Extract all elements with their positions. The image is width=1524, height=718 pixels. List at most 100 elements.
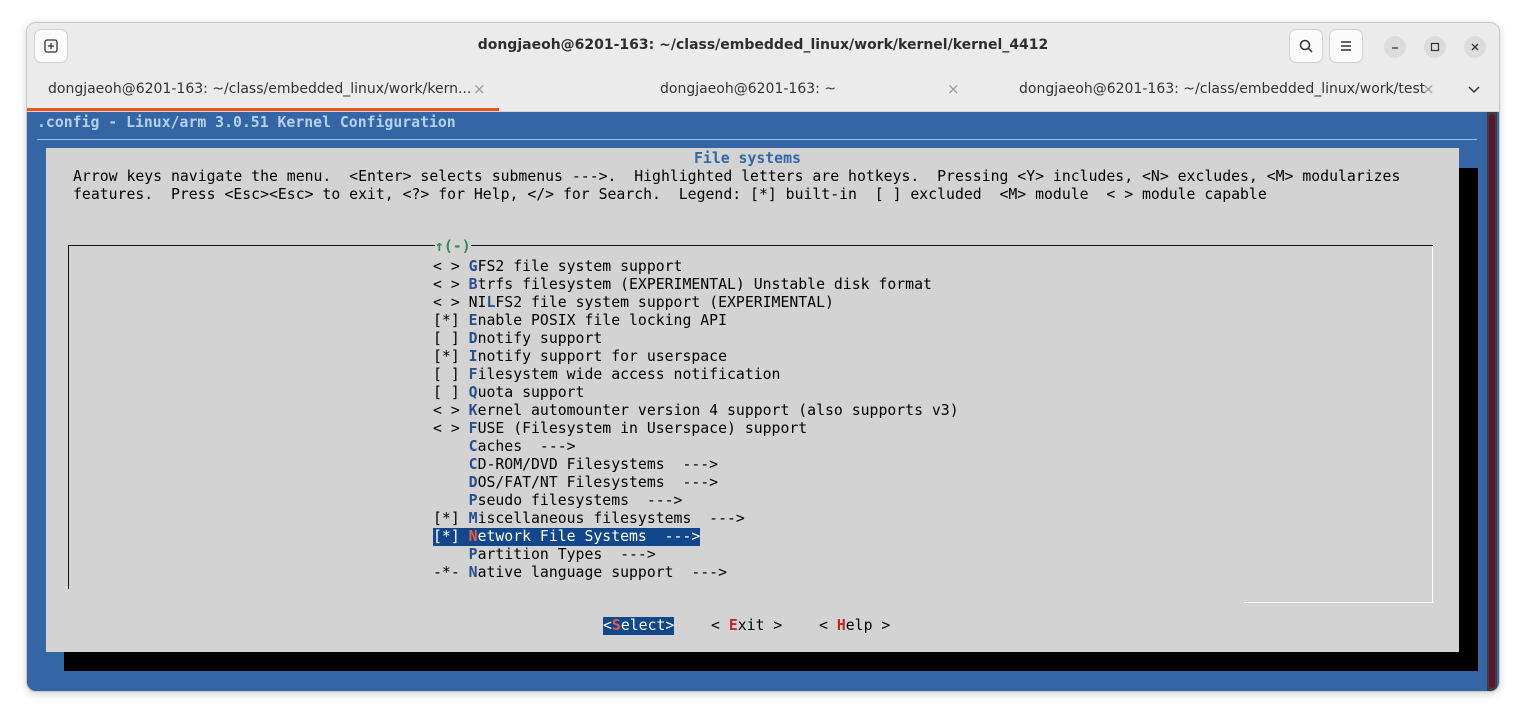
tab-test[interactable]: dongjaeoh@6201-163: ~/class/embedded_lin… bbox=[971, 69, 1451, 111]
menu-item-hotkey: D bbox=[468, 474, 478, 491]
menu-item[interactable]: < > NILFS2 file system support (EXPERIME… bbox=[433, 294, 959, 312]
tab-close-icon[interactable]: × bbox=[947, 80, 960, 98]
menu-item[interactable]: [*] Miscellaneous filesystems ---> bbox=[433, 510, 959, 528]
help-button[interactable]: < Help > bbox=[819, 617, 890, 635]
dialog-title: File systems bbox=[694, 150, 801, 167]
maximize-button[interactable] bbox=[1424, 36, 1446, 58]
menu-item[interactable]: < > Kernel automounter version 4 support… bbox=[433, 402, 959, 420]
menu-item-text: seudo filesystems ---> bbox=[477, 492, 683, 509]
window-title: dongjaeoh@6201-163: ~/class/embedded_lin… bbox=[477, 37, 1049, 53]
menu-item-hotkey: N bbox=[468, 528, 478, 545]
button-bracket: < bbox=[711, 617, 729, 634]
menu-item-hotkey: Q bbox=[468, 384, 478, 401]
menu-item-text: ative language support ---> bbox=[477, 564, 727, 581]
menu-item[interactable]: -*- Native language support ---> bbox=[433, 564, 959, 582]
menu-item-hotkey: D bbox=[468, 330, 478, 347]
search-button[interactable] bbox=[1289, 29, 1323, 63]
button-hotkey: E bbox=[728, 617, 738, 634]
menu-item-state: [*] bbox=[433, 348, 469, 365]
tab-label: dongjaeoh@6201-163: ~/class/embedded_lin… bbox=[1019, 81, 1426, 97]
title-bar: dongjaeoh@6201-163: ~/class/embedded_lin… bbox=[27, 23, 1499, 69]
scroll-up-indicator: ↑(-) bbox=[435, 238, 471, 256]
select-button[interactable]: <Select> bbox=[603, 617, 675, 635]
menu-item[interactable]: Partition Types ---> bbox=[433, 546, 959, 564]
menu-item[interactable]: < > GFS2 file system support bbox=[433, 258, 959, 276]
menu-item[interactable]: [*] Network File Systems ---> bbox=[433, 528, 701, 546]
close-icon bbox=[1471, 43, 1479, 51]
menu-item-text: nable POSIX file locking API bbox=[477, 312, 727, 329]
terminal-scrollbar[interactable] bbox=[1487, 112, 1497, 691]
menu-item-state bbox=[433, 546, 469, 563]
menu-item-hotkey: C bbox=[468, 438, 478, 455]
menu-item[interactable]: < > FUSE (Filesystem in Userspace) suppo… bbox=[433, 420, 959, 438]
menu-item[interactable]: < > Btrfs filesystem (EXPERIMENTAL) Unst… bbox=[433, 276, 959, 294]
button-label: elect> bbox=[620, 617, 675, 634]
menu-button[interactable] bbox=[1329, 29, 1363, 63]
menu-item[interactable]: [ ] Quota support bbox=[433, 384, 959, 402]
menu-item-state: [ ] bbox=[433, 330, 469, 347]
menu-item-text: uota support bbox=[477, 384, 585, 401]
menu-item[interactable]: [*] Enable POSIX file locking API bbox=[433, 312, 959, 330]
menu-list: < > GFS2 file system support < > Btrfs fi… bbox=[433, 258, 959, 582]
menu-item-state bbox=[433, 456, 469, 473]
help-line: Arrow keys navigate the menu. <Enter> se… bbox=[73, 168, 1401, 185]
terminal-area[interactable]: .config - Linux/arm 3.0.51 Kernel Config… bbox=[27, 112, 1499, 691]
scrollbar-thumb[interactable] bbox=[1489, 114, 1495, 688]
menu-item-state: [ ] bbox=[433, 384, 469, 401]
menu-item-hotkey: B bbox=[468, 276, 478, 293]
tab-label: dongjaeoh@6201-163: ~ bbox=[660, 81, 837, 97]
menu-item[interactable]: Caches ---> bbox=[433, 438, 959, 456]
menu-item[interactable]: Pseudo filesystems ---> bbox=[433, 492, 959, 510]
button-hotkey: S bbox=[611, 617, 621, 634]
menu-item-text: aches ---> bbox=[477, 438, 576, 455]
menu-item-hotkey: F bbox=[468, 366, 478, 383]
menu-item-text: ilesystem wide access notification bbox=[477, 366, 781, 383]
button-label: xit > bbox=[737, 617, 783, 634]
tab-home[interactable]: dongjaeoh@6201-163: ~ × bbox=[499, 69, 971, 111]
menu-item-hotkey: P bbox=[468, 546, 478, 563]
menu-item-state bbox=[433, 438, 469, 455]
menu-item[interactable]: [ ] Filesystem wide access notification bbox=[433, 366, 959, 384]
chevron-down-icon bbox=[1468, 86, 1480, 94]
tabs-overflow-button[interactable] bbox=[1467, 81, 1481, 100]
menu-item-text: USE (Filesystem in Userspace) support bbox=[477, 420, 808, 437]
menu-item-hotkey: E bbox=[468, 312, 478, 329]
menu-item[interactable]: DOS/FAT/NT Filesystems ---> bbox=[433, 474, 959, 492]
menu-item-hotkey: G bbox=[468, 258, 478, 275]
tab-close-icon[interactable]: × bbox=[473, 80, 486, 98]
menu-item-hotkey: C bbox=[468, 456, 478, 473]
menu-item-text: trfs filesystem (EXPERIMENTAL) Unstable … bbox=[477, 276, 932, 293]
menu-item[interactable]: [ ] Dnotify support bbox=[433, 330, 959, 348]
menu-item-text: notify support bbox=[477, 330, 603, 347]
button-label: elp > bbox=[845, 617, 891, 634]
hamburger-menu-icon bbox=[1341, 41, 1351, 51]
menu-item-hotkey: N bbox=[468, 564, 478, 581]
help-text: Arrow keys navigate the menu. <Enter> se… bbox=[73, 168, 1400, 204]
menu-item-state: < > bbox=[433, 276, 469, 293]
menu-item-text: FS2 file system support (EXPERIMENTAL) bbox=[495, 294, 834, 311]
menu-item-state: [ ] bbox=[433, 366, 469, 383]
button-hotkey: H bbox=[836, 617, 846, 634]
tab-kernel[interactable]: dongjaeoh@6201-163: ~/class/embedded_lin… bbox=[27, 69, 499, 111]
close-button[interactable] bbox=[1464, 36, 1486, 58]
menu-item[interactable]: [*] Inotify support for userspace bbox=[433, 348, 959, 366]
menu-item[interactable]: CD-ROM/DVD Filesystems ---> bbox=[433, 456, 959, 474]
file-systems-dialog: File systems Arrow keys navigate the men… bbox=[46, 148, 1459, 652]
tab-close-icon[interactable]: × bbox=[1422, 80, 1435, 98]
tab-label: dongjaeoh@6201-163: ~/class/embedded_lin… bbox=[48, 81, 472, 97]
minimize-button[interactable] bbox=[1384, 36, 1406, 58]
tab-bar: dongjaeoh@6201-163: ~/class/embedded_lin… bbox=[27, 69, 1499, 112]
menu-item-state: [*] bbox=[433, 528, 469, 545]
exit-button[interactable]: < Exit > bbox=[711, 617, 782, 635]
maximize-icon bbox=[1430, 42, 1440, 52]
menu-item-state: < > bbox=[433, 420, 469, 437]
config-title-underline bbox=[37, 139, 1477, 140]
menu-item-text: iscellaneous filesystems ---> bbox=[477, 510, 745, 527]
menu-box-right-edge bbox=[1431, 246, 1433, 602]
menu-item-state: < > bbox=[433, 294, 469, 311]
menu-item-hotkey: P bbox=[468, 492, 478, 509]
menu-item-text: NI bbox=[468, 294, 487, 311]
menu-item-text: D-ROM/DVD Filesystems ---> bbox=[477, 456, 719, 473]
button-bracket: < bbox=[819, 617, 837, 634]
menu-item-state bbox=[433, 474, 469, 491]
